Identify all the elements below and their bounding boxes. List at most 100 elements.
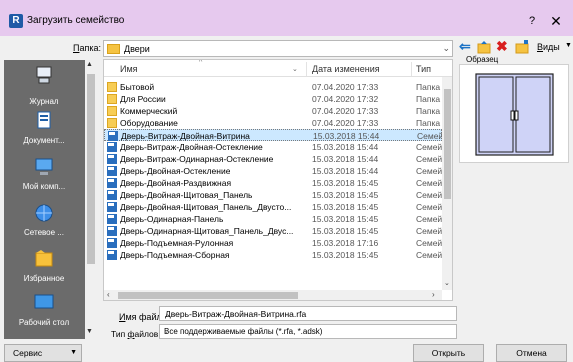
file-list-vertical-scrollbar[interactable]: ⌄ — [442, 77, 452, 290]
vertical-scroll-thumb[interactable] — [444, 89, 451, 199]
desktop-icon — [34, 294, 54, 309]
file-row[interactable]: Дверь-Одинарная-Панель 15.03.2018 15:45 … — [104, 213, 442, 225]
file-row-selected[interactable]: Дверь-Витраж-Двойная-Витрина 15.03.2018 … — [104, 129, 443, 141]
file-date: 07.04.2020 17:32 — [312, 94, 379, 104]
horizontal-scroll-thumb[interactable] — [118, 292, 298, 299]
open-button[interactable]: Открыть — [413, 344, 484, 362]
filetype-label: Тип файлов: — [111, 329, 161, 339]
file-row[interactable]: Дверь-Двойная-Щитовая_Панель_Двусто... 1… — [104, 201, 442, 213]
tools-button[interactable]: Сервис ▼ — [4, 344, 82, 362]
file-date: 07.04.2020 17:33 — [312, 106, 379, 116]
back-arrow-icon[interactable]: ⇐ — [459, 39, 473, 54]
scroll-left-icon[interactable]: ‹ — [107, 290, 110, 299]
file-type: Семей — [416, 166, 442, 176]
column-type-header[interactable]: Тип — [416, 64, 431, 74]
file-name: Дверь-Двойная-Щитовая_Панель_Двусто... — [120, 202, 292, 212]
file-row[interactable]: Коммерческий 07.04.2020 17:33 Папка — [104, 105, 442, 117]
folder-icon — [107, 82, 117, 92]
delete-icon[interactable]: ✖ — [496, 38, 508, 55]
rfa-file-icon — [107, 178, 117, 188]
filename-input[interactable]: Дверь-Витраж-Двойная-Витрина.rfa ⌄ — [159, 306, 457, 321]
rfa-file-icon — [108, 131, 118, 141]
file-name: Дверь-Двойная-Раздвижная — [120, 178, 232, 188]
column-divider[interactable] — [306, 62, 307, 76]
preview-box — [459, 64, 569, 163]
file-date: 15.03.2018 17:16 — [312, 238, 379, 248]
door-preview-image — [475, 73, 554, 156]
file-row[interactable]: Бытовой 07.04.2020 17:33 Папка — [104, 81, 442, 93]
file-date: 15.03.2018 15:45 — [312, 202, 379, 212]
place-desktop[interactable]: Рабочий стол — [4, 288, 84, 338]
column-menu-icon[interactable]: ⌄ — [292, 65, 298, 73]
views-dropdown-icon[interactable]: ▼ — [565, 42, 572, 49]
file-name: Дверь-Подъемная-Рулонная — [120, 238, 234, 248]
dropdown-arrow-icon: ▼ — [70, 349, 77, 356]
places-scrollbar[interactable]: ▲ ▼ — [85, 60, 97, 339]
file-date: 15.03.2018 15:44 — [312, 142, 379, 152]
column-divider[interactable] — [411, 62, 412, 76]
file-row[interactable]: Для России 07.04.2020 17:32 Папка — [104, 93, 442, 105]
chevron-down-icon[interactable]: ⌄ — [442, 43, 450, 54]
scroll-down-icon[interactable]: ▼ — [86, 328, 93, 335]
file-row[interactable]: Дверь-Подъемная-Рулонная 15.03.2018 17:1… — [104, 237, 442, 249]
file-type: Семей — [416, 238, 442, 248]
file-row[interactable]: Дверь-Двойная-Щитовая_Панель 15.03.2018 … — [104, 189, 442, 201]
file-list[interactable]: Имя ^ ⌄ Дата изменения Тип Бытовой 07.04… — [103, 59, 453, 301]
place-network[interactable]: Сетевое ... — [4, 198, 84, 248]
preview-label: Образец — [466, 55, 499, 64]
filetype-select[interactable]: Все поддерживаемые файлы (*.rfa, *.adsk)… — [159, 324, 457, 339]
file-row[interactable]: Дверь-Двойная-Остекление 15.03.2018 15:4… — [104, 165, 442, 177]
file-name: Оборудование — [120, 118, 178, 128]
file-list-horizontal-scrollbar[interactable]: ‹ › — [104, 290, 442, 300]
file-name: Дверь-Двойная-Остекление — [120, 166, 231, 176]
folder-value: Двери — [124, 44, 150, 54]
network-icon — [35, 204, 53, 222]
file-row[interactable]: Оборудование 07.04.2020 17:33 Папка — [104, 117, 442, 129]
file-type: Семей — [416, 190, 442, 200]
file-date: 15.03.2018 15:45 — [312, 178, 379, 188]
file-date: 07.04.2020 17:33 — [312, 118, 379, 128]
column-name-header[interactable]: Имя — [120, 64, 138, 74]
views-menu[interactable]: Виды — [537, 42, 560, 52]
file-name: Дверь-Подъемная-Сборная — [120, 250, 230, 260]
place-favorites[interactable]: Избранное — [4, 244, 84, 294]
place-documents[interactable]: Документ... — [4, 106, 84, 156]
title-bar: R Загрузить семейство ? ✕ — [0, 0, 573, 36]
scroll-right-icon[interactable]: › — [432, 290, 435, 299]
folder-icon — [107, 118, 117, 128]
chevron-down-icon[interactable]: ⌄ — [164, 327, 453, 336]
file-row[interactable]: Дверь-Двойная-Раздвижная 15.03.2018 15:4… — [104, 177, 442, 189]
place-network-label: Сетевое ... — [24, 228, 64, 237]
chevron-down-icon[interactable]: ⌄ — [165, 309, 453, 318]
new-folder-icon[interactable] — [515, 40, 529, 54]
folder-select[interactable]: Двери ⌄ — [103, 40, 453, 57]
file-date: 15.03.2018 15:44 — [312, 166, 379, 176]
folder-icon — [107, 94, 117, 104]
folder-icon — [107, 106, 117, 116]
file-name: Дверь-Одинарная-Панель — [120, 214, 224, 224]
file-name: Бытовой — [120, 82, 155, 92]
folder-label-rest: апка: — [79, 43, 101, 53]
help-button[interactable]: ? — [524, 13, 540, 29]
file-row[interactable]: Дверь-Витраж-Двойная-Остекление 15.03.20… — [104, 141, 442, 153]
cancel-button[interactable]: Отмена — [496, 344, 567, 362]
place-computer[interactable]: Мой комп... — [4, 152, 84, 202]
file-row[interactable]: Дверь-Одинарная-Щитовая_Панель_Двус... 1… — [104, 225, 442, 237]
file-row[interactable]: Дверь-Витраж-Одинарная-Остекление 15.03.… — [104, 153, 442, 165]
file-name: Дверь-Витраж-Двойная-Витрина — [121, 131, 250, 141]
scroll-down-icon[interactable]: ⌄ — [444, 279, 450, 287]
scroll-up-icon[interactable]: ▲ — [86, 61, 93, 68]
rfa-file-icon — [107, 214, 117, 224]
file-list-header: Имя ^ ⌄ Дата изменения Тип — [104, 60, 452, 77]
up-folder-icon[interactable] — [477, 40, 491, 54]
file-type: Семей — [416, 202, 442, 212]
rfa-file-icon — [107, 142, 117, 152]
file-date: 15.03.2018 15:45 — [312, 190, 379, 200]
place-computer-label: Мой комп... — [22, 182, 66, 191]
file-name: Дверь-Витраж-Двойная-Остекление — [120, 142, 263, 152]
file-row[interactable]: Дверь-Подъемная-Сборная 15.03.2018 15:45… — [104, 249, 442, 261]
places-scroll-thumb[interactable] — [87, 74, 95, 264]
file-type: Папка — [416, 82, 441, 92]
column-date-header[interactable]: Дата изменения — [312, 64, 380, 74]
close-button[interactable]: ✕ — [547, 12, 565, 30]
